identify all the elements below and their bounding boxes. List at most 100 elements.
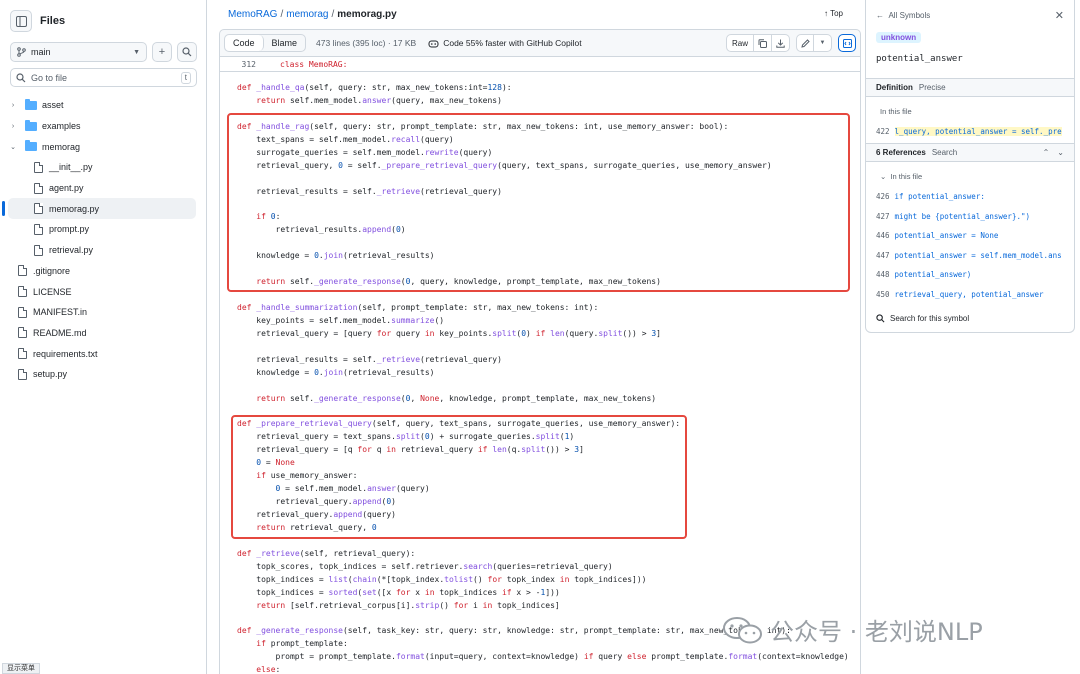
code-line: else:	[237, 664, 849, 674]
symbols-icon	[843, 39, 852, 48]
tree-item[interactable]: requirements.txt	[0, 343, 206, 364]
tab-code[interactable]: Code	[225, 35, 264, 51]
code-line: return self.mem_model.answer(query, max_…	[237, 95, 849, 108]
code-line	[237, 341, 849, 354]
reference-row[interactable]: 447 potential_answer = self.mem_model.ans	[876, 251, 1074, 260]
breadcrumb-separator: /	[331, 9, 334, 20]
in-this-file-text: In this file	[890, 172, 922, 181]
collapse-sidebar-button[interactable]	[10, 10, 32, 32]
annotation-box-handle-rag	[227, 113, 850, 292]
arrow-up-icon: ↑	[824, 9, 828, 18]
go-to-file-input[interactable]: Go to file t	[10, 68, 197, 87]
code-line: topk_scores, topk_indices = self.retriev…	[237, 561, 849, 574]
search-for-symbol-link[interactable]: Search for this symbol	[876, 314, 969, 323]
close-icon[interactable]: ✕	[1055, 9, 1064, 22]
tree-item[interactable]: README.md	[0, 323, 206, 344]
sticky-scope-text: class MemoRAG:	[280, 60, 347, 69]
reference-line-number: 426	[876, 192, 890, 201]
reference-row[interactable]: 426 if potential_answer:	[876, 192, 1074, 201]
definition-label: Definition	[876, 83, 913, 92]
reference-row[interactable]: 450 retrieval_query, potential_answer	[876, 290, 1074, 299]
reference-text: potential_answer = None	[895, 231, 999, 240]
breadcrumb-dir-link[interactable]: memorag	[286, 9, 328, 20]
code-line: def _handle_summarization(self, prompt_t…	[237, 302, 849, 315]
reference-line-number: 447	[876, 251, 890, 260]
code-line: def _retrieve(self, retrieval_query):	[237, 548, 849, 561]
tree-item[interactable]: agent.py	[0, 178, 206, 199]
sticky-scope-header[interactable]: 312 class MemoRAG:	[220, 57, 860, 72]
show-menu-button[interactable]: 显示菜单	[2, 663, 40, 674]
reference-line-number: 448	[876, 270, 890, 279]
add-file-button[interactable]: +	[152, 42, 172, 62]
copy-icon	[758, 39, 767, 48]
sidebar-title: Files	[40, 15, 65, 27]
download-button[interactable]	[772, 34, 790, 52]
search-icon	[876, 314, 885, 323]
tree-item[interactable]: MANIFEST.in	[0, 302, 206, 323]
search-files-button[interactable]	[177, 42, 197, 62]
chevron-up-icon[interactable]: ⌃	[1043, 148, 1050, 157]
back-to-all-symbols[interactable]: ← All Symbols	[876, 11, 930, 20]
reference-row[interactable]: 446 potential_answer = None	[876, 231, 1074, 240]
edit-file-button[interactable]	[796, 34, 814, 52]
tree-item[interactable]: .gitignore	[0, 261, 206, 282]
scroll-to-top-button[interactable]: ↑ Top	[824, 9, 843, 18]
breadcrumb-repo-link[interactable]: MemoRAG	[228, 9, 277, 20]
tab-blame[interactable]: Blame	[264, 35, 306, 51]
symbols-panel-toggle[interactable]	[838, 34, 856, 52]
reference-nav: ⌃ ⌄	[1043, 148, 1064, 157]
tree-item[interactable]: › asset	[0, 95, 206, 116]
folder-icon	[25, 142, 37, 151]
arrow-left-icon: ←	[876, 11, 884, 20]
tree-item[interactable]: › examples	[0, 116, 206, 137]
raw-actions-group: Raw	[726, 34, 790, 52]
reference-row[interactable]: 427 might be {potential_answer}.")	[876, 212, 1074, 221]
tree-item-label: setup.py	[33, 369, 67, 379]
tree-item[interactable]: memorag.py	[8, 198, 196, 219]
folder-icon	[25, 101, 37, 110]
in-this-file-label: In this file	[880, 107, 912, 116]
tree-item-label: .gitignore	[33, 266, 70, 276]
branch-row: main ▼ +	[10, 42, 197, 62]
tree-item-label: README.md	[33, 328, 87, 338]
symbol-name: potential_answer	[876, 54, 963, 64]
tree-item[interactable]: ⌄ memorag	[0, 136, 206, 157]
file-icon	[18, 307, 27, 318]
code-line: knowledge = 0.join(retrieval_results)	[237, 367, 849, 380]
copilot-promo-link[interactable]: Code 55% faster with GitHub Copilot	[428, 38, 581, 48]
chevron-right-icon[interactable]: ›	[8, 123, 18, 130]
tree-item[interactable]: __init__.py	[0, 157, 206, 178]
plus-icon: +	[159, 46, 165, 58]
definition-row[interactable]: 422 l_query, potential_answer = self._pre	[876, 127, 1074, 136]
branch-selector[interactable]: main ▼	[10, 42, 147, 62]
sidebar-toggle-icon	[16, 16, 27, 27]
references-section-header[interactable]: 6 References Search ⌃ ⌄	[866, 143, 1074, 162]
reference-row[interactable]: 448 potential_answer)	[876, 270, 1074, 279]
tree-item-label: memorag	[42, 142, 80, 152]
tree-item[interactable]: LICENSE	[0, 281, 206, 302]
watermark: 公众号 · 老刘说NLP	[722, 612, 983, 647]
code-line: retrieval_query = [query for query in ke…	[237, 328, 849, 341]
watermark-text: 公众号 · 老刘说NLP	[770, 612, 983, 647]
tree-item[interactable]: setup.py	[0, 364, 206, 385]
chevron-right-icon[interactable]: ›	[8, 102, 18, 109]
raw-button[interactable]: Raw	[726, 34, 754, 52]
all-symbols-label: All Symbols	[888, 11, 930, 20]
chevron-down-icon[interactable]: ⌄	[1057, 148, 1064, 157]
code-panel: 312 class MemoRAG: def _handle_qa(self, …	[219, 57, 861, 674]
code-line: topk_indices = list(chain(*[topk_index.t…	[237, 574, 849, 587]
definition-text: l_query, potential_answer = self._pre	[895, 127, 1062, 136]
copy-raw-button[interactable]	[754, 34, 772, 52]
code-line: retrieval_results = self._retrieve(retri…	[237, 354, 849, 367]
chevron-down-icon[interactable]: ⌄	[8, 143, 18, 151]
edit-options-dropdown[interactable]: ▼	[814, 34, 832, 52]
tree-item-label: requirements.txt	[33, 349, 98, 359]
tree-item[interactable]: retrieval.py	[0, 240, 206, 261]
sticky-line-number: 312	[220, 60, 280, 69]
file-icon	[18, 348, 27, 359]
go-to-file-placeholder: Go to file	[31, 73, 67, 83]
tree-item-label: memorag.py	[49, 204, 99, 214]
tree-item[interactable]: prompt.py	[0, 219, 206, 240]
file-icon	[18, 265, 27, 276]
branch-icon	[17, 47, 26, 57]
